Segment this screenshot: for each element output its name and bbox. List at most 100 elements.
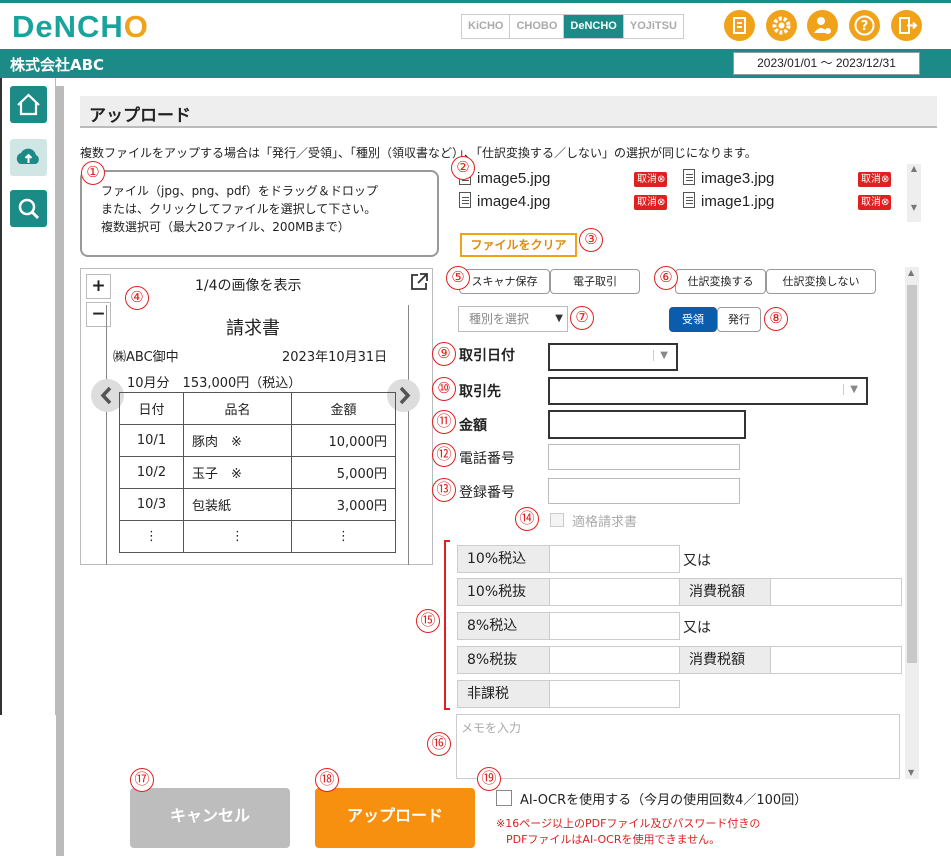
transaction-date-label: 取引日付 (459, 348, 515, 364)
table-cell: 玉子 ※ (183, 456, 292, 489)
tax10-amount-field[interactable] (770, 578, 902, 606)
form-scrollbar-thumb[interactable] (907, 285, 917, 663)
issued-option[interactable]: 発行 (717, 307, 761, 332)
svg-text:?: ? (861, 19, 869, 34)
file-cancel-button[interactable]: 取消⊗ (858, 195, 892, 210)
table-cell: 10,000円 (291, 424, 396, 457)
memo-placeholder: メモを入力 (461, 721, 522, 735)
cloud-upload-icon (16, 148, 39, 164)
file-cancel-button[interactable]: 取消⊗ (634, 195, 668, 210)
tab-kicho[interactable]: KiCHO (462, 15, 511, 38)
file-list-scrollbar[interactable]: ▲ ▼ (907, 164, 921, 222)
partner-field[interactable]: ▼ (548, 377, 868, 405)
file-cancel-button[interactable]: 取消⊗ (634, 172, 668, 187)
logout-icon[interactable] (891, 10, 922, 41)
file-cancel-button[interactable]: 取消⊗ (858, 172, 892, 187)
user-settings-icon[interactable] (807, 10, 838, 41)
received-option[interactable]: 受領 (669, 307, 717, 332)
journal-no-convert-option[interactable]: 仕訳変換しない (766, 269, 876, 294)
registration-label: 登録番号 (459, 485, 515, 501)
help-icon[interactable]: ? (849, 10, 880, 41)
document-icon[interactable] (724, 10, 755, 41)
sidebar-item-home[interactable] (10, 86, 47, 123)
invoice-table: 日付 品名 金額 10/1 豚肉 ※ 10,000円 10/2 玉子 ※ 5,000円 … (119, 392, 396, 553)
ai-ocr-checkbox[interactable] (496, 790, 512, 806)
invoice-title: 請求書 (226, 318, 280, 339)
marker-11: ⑪ (432, 410, 456, 434)
file-dropzone[interactable]: ファイル（jpg、png、pdf）をドラッグ＆ドロップ または、クリックしてファ… (80, 170, 439, 257)
file-item: image3.jpg (683, 169, 774, 187)
page-title-bar (80, 96, 937, 128)
logo-accent: O (123, 9, 149, 44)
tax10-excl-field[interactable] (549, 578, 680, 606)
tax8-amount-field[interactable] (770, 646, 902, 674)
nontax-field[interactable] (549, 680, 680, 708)
table-cell: 3,000円 (291, 488, 396, 521)
tax10-amount-label: 消費税額 (679, 578, 771, 606)
chevron-down-icon: ▼ (653, 350, 668, 361)
warning-line-1: ※16ページ以上のPDFファイル及びパスワード付きの (496, 817, 761, 830)
scroll-up-icon[interactable]: ▲ (908, 268, 914, 277)
registration-field[interactable] (548, 478, 740, 504)
table-cell: ⋮ (119, 520, 184, 553)
chevron-down-icon: ▼ (843, 384, 858, 395)
marker-14: ⑭ (515, 507, 539, 531)
chevron-down-icon: ▼ (555, 313, 563, 324)
table-row: 10/2 玉子 ※ 5,000円 (119, 456, 396, 489)
marker-10: ⑩ (432, 377, 456, 401)
invoice-date: 2023年10月31日 (282, 350, 388, 365)
document-type-placeholder: 種別を選択 (469, 312, 530, 326)
file-icon (683, 192, 695, 208)
electronic-transaction-option[interactable]: 電子取引 (550, 269, 640, 294)
external-link-icon[interactable] (409, 272, 429, 292)
file-icon (459, 192, 471, 208)
dropzone-line-1: ファイル（jpg、png、pdf）をドラッグ＆ドロップ (101, 184, 378, 198)
table-row: ⋮ ⋮ ⋮ (119, 520, 396, 553)
tax8-excl-field[interactable] (549, 646, 680, 674)
tax8-incl-field[interactable] (549, 612, 680, 640)
transaction-date-field[interactable]: ▼ (548, 343, 678, 371)
marker-4: ④ (125, 286, 149, 310)
marker-6: ⑥ (654, 266, 678, 290)
qualified-invoice-checkbox[interactable] (550, 513, 564, 527)
tab-chobo[interactable]: CHOBO (510, 15, 565, 38)
collapse-handle[interactable] (56, 86, 64, 856)
memo-input[interactable]: メモを入力 (456, 714, 900, 779)
nontax-label: 非課税 (457, 680, 550, 708)
marker-9: ⑨ (432, 342, 456, 366)
scanner-save-option[interactable]: スキャナ保存 (459, 269, 550, 294)
document-type-select[interactable]: 種別を選択 ▼ (458, 306, 568, 332)
table-row: 10/1 豚肉 ※ 10,000円 (119, 424, 396, 457)
invoice-amount-line: 10月分 153,000円（税込） (127, 376, 302, 391)
file-item: image1.jpg (683, 192, 774, 210)
upload-button[interactable]: アップロード (315, 788, 475, 848)
journal-convert-option[interactable]: 仕訳変換する (675, 269, 766, 294)
tab-dencho[interactable]: DeNCHO (564, 15, 624, 38)
marker-7: ⑦ (570, 306, 594, 330)
invoice-addressee: ㈱ABC御中 (113, 350, 179, 365)
amount-field[interactable] (548, 410, 746, 439)
scroll-down-icon[interactable]: ▼ (908, 768, 914, 777)
sidebar-item-upload[interactable] (10, 139, 47, 176)
tax10-incl-field[interactable] (549, 545, 680, 573)
table-header-row: 日付 品名 金額 (119, 392, 396, 425)
viewer-caption: 1/4の画像を表示 (195, 278, 302, 294)
fiscal-period[interactable]: 2023/01/01 ～ 2023/12/31 (733, 52, 920, 75)
cancel-button[interactable]: キャンセル (130, 788, 290, 848)
sidebar-item-search[interactable] (10, 190, 47, 227)
ai-ocr-warning: ※16ページ以上のPDFファイル及びパスワード付きの PDFファイルはAI-OC… (496, 816, 760, 848)
file-icon (683, 169, 695, 185)
marker-13: ⑬ (432, 478, 456, 502)
zoom-in-button[interactable]: + (86, 274, 111, 299)
marker-18: ⑱ (315, 768, 339, 792)
table-cell: ⋮ (291, 520, 396, 553)
gear-icon[interactable] (766, 10, 797, 41)
amount-label: 金額 (459, 418, 487, 434)
tax8-amount-label: 消費税額 (679, 646, 771, 674)
or-label: 又は (683, 553, 711, 569)
table-cell: ⋮ (183, 520, 292, 553)
table-cell: 10/3 (119, 488, 184, 521)
clear-files-button[interactable]: ファイルをクリア (460, 233, 577, 257)
tab-yojitsu[interactable]: YOJiTSU (624, 15, 683, 38)
phone-field[interactable] (548, 444, 740, 470)
